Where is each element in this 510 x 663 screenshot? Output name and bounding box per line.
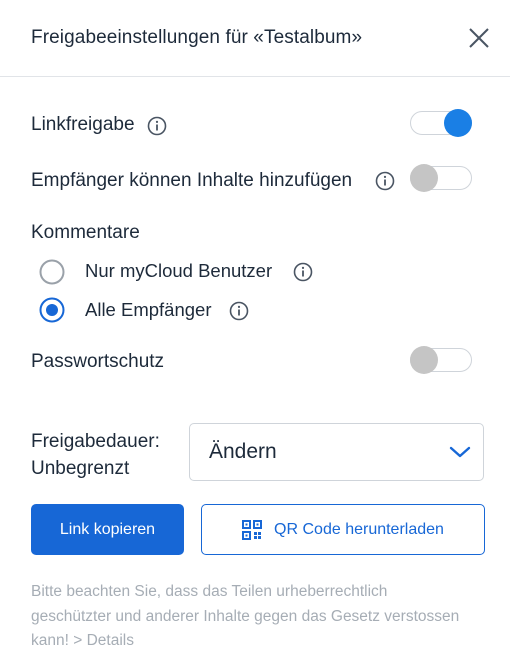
radio-mycloud-users-label: Nur myCloud Benutzer: [85, 260, 273, 281]
chevron-down-icon: [449, 446, 471, 458]
qr-download-label: QR Code herunterladen: [274, 520, 444, 538]
close-button[interactable]: [464, 24, 494, 54]
qr-download-button[interactable]: QR Code herunterladen: [201, 504, 485, 555]
details-link[interactable]: > Details: [73, 632, 134, 649]
dialog-header: Freigabeeinstellungen für «Testalbum»: [0, 0, 510, 77]
radio-mycloud-users[interactable]: [39, 259, 65, 285]
copy-link-button[interactable]: Link kopieren: [31, 504, 184, 555]
radio-all-recipients-label: Alle Empfänger: [85, 299, 212, 320]
info-icon[interactable]: [147, 116, 167, 136]
legal-notice: Bitte beachten Sie, dass das Teilen urhe…: [31, 580, 471, 654]
link-sharing-label: Linkfreigabe: [31, 114, 135, 135]
info-icon[interactable]: [293, 262, 313, 282]
duration-label-line2: Unbegrenzt: [31, 458, 130, 479]
password-label: Passwortschutz: [31, 351, 165, 372]
duration-label: Freigabedauer: Unbegrenzt: [31, 428, 160, 482]
link-sharing-toggle[interactable]: [410, 109, 472, 137]
toggle-knob: [410, 346, 438, 374]
info-icon[interactable]: [375, 171, 395, 191]
recipients-add-toggle[interactable]: [410, 164, 472, 192]
duration-select-value: Ändern: [209, 440, 277, 463]
recipients-add-label: Empfänger können Inhalte hinzufügen: [31, 170, 353, 191]
toggle-knob: [444, 109, 472, 137]
dialog-title: Freigabeeinstellungen für «Testalbum»: [31, 27, 363, 48]
duration-label-line1: Freigabedauer:: [31, 431, 160, 452]
info-icon[interactable]: [229, 301, 249, 321]
close-icon: [469, 28, 489, 48]
qr-code-icon: [242, 519, 263, 540]
duration-select[interactable]: Ändern: [189, 423, 484, 481]
radio-all-recipients[interactable]: [39, 297, 65, 323]
comments-heading: Kommentare: [31, 222, 140, 243]
password-toggle[interactable]: [410, 346, 472, 374]
toggle-knob: [410, 164, 438, 192]
